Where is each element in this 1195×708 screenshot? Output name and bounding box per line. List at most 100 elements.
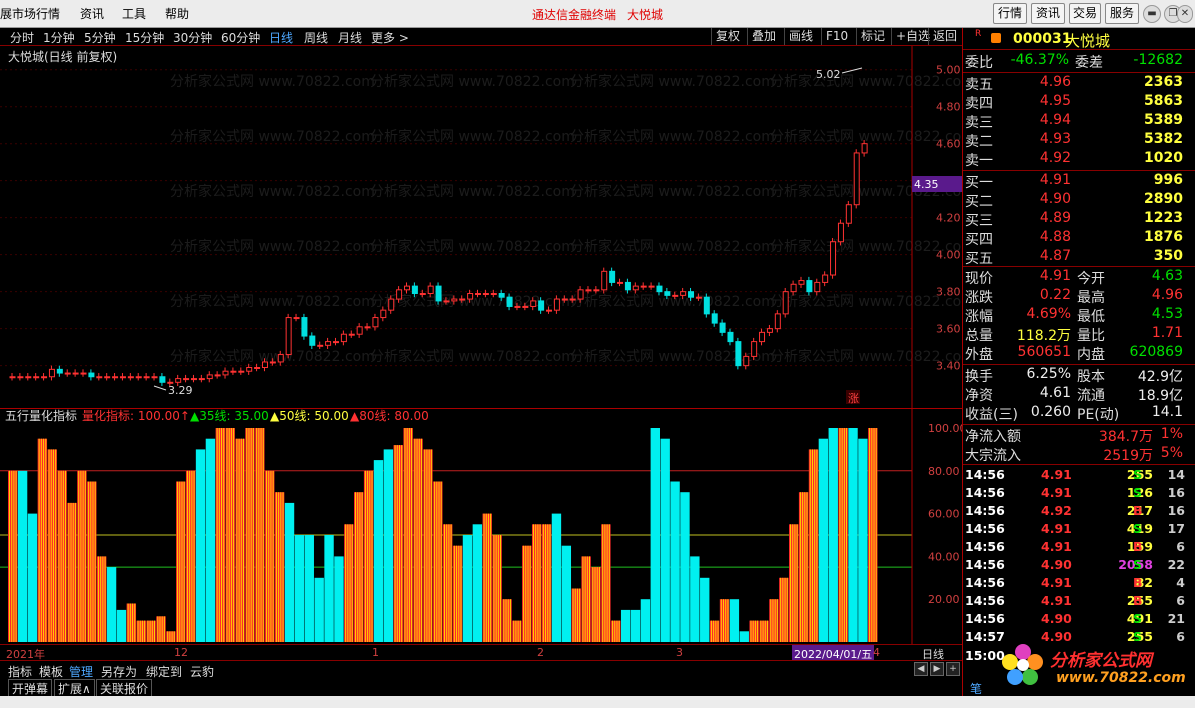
menu-tools[interactable]: 工具	[122, 5, 146, 22]
weibi-value: -46.37%	[1010, 52, 1069, 68]
fundamental-row: 收益(三) 0.260 PE(动) 14.1	[963, 404, 1195, 423]
candle-body	[688, 291, 695, 298]
service-button[interactable]: 服务	[1105, 3, 1139, 24]
indicator-bar-stripe	[841, 428, 843, 642]
zhang-badge[interactable]: 涨	[848, 392, 859, 405]
bid-price: 4.89	[1039, 210, 1071, 226]
close-icon[interactable]: ✕	[1177, 5, 1193, 23]
indicator-bar-stripe	[483, 513, 485, 642]
quote-button[interactable]: 行情	[993, 3, 1027, 24]
indicator-bar-stripe	[280, 492, 282, 642]
info-button[interactable]: 资讯	[1031, 3, 1065, 24]
zoom-icon[interactable]: +	[946, 662, 960, 676]
candle-body	[33, 376, 40, 379]
bid-row[interactable]: 买一 4.91 996	[963, 172, 1195, 191]
candle-body	[309, 335, 316, 346]
overlay-button[interactable]: 叠加	[747, 28, 780, 45]
candle-body	[325, 341, 332, 346]
indicator-bar	[561, 545, 572, 642]
menu-news[interactable]: 资讯	[80, 5, 104, 22]
minimize-icon[interactable]: ▬	[1143, 5, 1161, 23]
period-weekly[interactable]: 周线	[304, 29, 328, 46]
candle-body	[135, 376, 142, 379]
fuquan-button[interactable]: 复权	[711, 28, 744, 45]
back-button[interactable]: 返回	[928, 28, 961, 45]
stock-name: 大悦城	[1065, 32, 1111, 50]
flow-label: 净流入额	[965, 429, 1021, 445]
price-tick-label: 4.60	[936, 138, 961, 151]
period-fenshi[interactable]: 分时	[10, 29, 34, 46]
indicator-name[interactable]: 五行量化指标	[5, 408, 77, 423]
indicator-bar-stripe	[424, 449, 426, 642]
indicator-bar-stripe	[784, 577, 786, 642]
indicator-bar-stripe	[94, 481, 96, 642]
indicator-bar-stripe	[505, 599, 507, 642]
indicator-chart[interactable]: 100.00 80.00 60.00 40.00 20.00 五行量化指标 量化指标: …	[0, 408, 962, 644]
period-more[interactable]: 更多 >	[371, 29, 409, 46]
indicator-bar-stripe	[616, 620, 618, 642]
indicator-bar-stripe	[84, 470, 86, 642]
indicator-bar-stripe	[774, 599, 776, 642]
mark-button[interactable]: 标记	[856, 28, 889, 45]
indicator-bar	[472, 524, 483, 642]
candle-body	[88, 372, 95, 378]
period-60min[interactable]: 60分钟	[221, 29, 260, 46]
stat-row: 涨跌 0.22 最高 4.96	[963, 287, 1195, 306]
period-15min[interactable]: 15分钟	[125, 29, 164, 46]
bid-row[interactable]: 买五 4.87 350	[963, 248, 1195, 267]
scroll-right-icon[interactable]: ▶	[930, 662, 944, 676]
indicator-bar	[640, 599, 651, 642]
ask-row[interactable]: 卖三 4.94 5389	[963, 112, 1195, 131]
tick-side: B	[1133, 575, 1143, 590]
tab-bi[interactable]: 笔	[970, 680, 982, 697]
date-label-3: 3	[676, 646, 683, 659]
bid-row[interactable]: 买三 4.89 1223	[963, 210, 1195, 229]
tick-side: B	[1133, 503, 1143, 518]
trade-button[interactable]: 交易	[1069, 3, 1101, 24]
period-monthly[interactable]: 月线	[338, 29, 362, 46]
ask-row[interactable]: 卖四 4.95 5863	[963, 93, 1195, 112]
indicator-tick-label: 20.00	[928, 593, 960, 606]
indicator-bar-stripe	[38, 438, 40, 642]
indicator-bar-stripe	[497, 535, 499, 642]
fundamental-label: 收益(三)	[965, 407, 1018, 423]
bid-row[interactable]: 买二 4.90 2890	[963, 191, 1195, 210]
indicator-bar-stripe	[811, 449, 813, 642]
indicator-bar-stripe	[349, 524, 351, 642]
candle-body	[837, 222, 844, 243]
tick-price: 4.90	[1041, 557, 1072, 572]
indicator-bar-stripe	[446, 524, 448, 642]
period-1min[interactable]: 1分钟	[43, 29, 75, 46]
indicator-bar-stripe	[11, 470, 13, 642]
r-badge: R	[975, 29, 982, 39]
period-30min[interactable]: 30分钟	[173, 29, 212, 46]
ask-row[interactable]: 卖五 4.96 2363	[963, 74, 1195, 93]
candle-body	[427, 285, 434, 295]
tick-row: 14:56 4.92 217 B 16	[963, 502, 1195, 520]
candlestick-chart[interactable]: 分析家公式网 www.70822.com分析家公式网 www.70822.com…	[0, 46, 962, 408]
indicator-bar-stripe	[58, 470, 60, 642]
ask-row[interactable]: 卖一 4.92 1020	[963, 150, 1195, 169]
period-5min[interactable]: 5分钟	[84, 29, 116, 46]
scroll-left-icon[interactable]: ◀	[914, 662, 928, 676]
indicator-bar-stripe	[725, 599, 727, 642]
draw-line-button[interactable]: 画线	[784, 28, 817, 45]
indicator-bar-stripe	[139, 620, 141, 642]
menu-help[interactable]: 帮助	[165, 5, 189, 22]
indicator-bar-stripe	[357, 492, 359, 642]
candle-body	[175, 378, 182, 383]
indicator-bar-stripe	[401, 445, 403, 642]
watermark: 分析家公式网 www.70822.com	[570, 128, 775, 145]
bid-price: 4.88	[1039, 229, 1071, 245]
candle-body	[293, 317, 300, 320]
ask-row[interactable]: 卖二 4.93 5382	[963, 131, 1195, 150]
indicator-bar-stripe	[127, 603, 129, 642]
indicator-bar-stripe	[167, 631, 169, 642]
f10-button[interactable]: F10	[821, 28, 852, 45]
menu-market[interactable]: 展市场行情	[0, 5, 60, 22]
indicator-bar-stripe	[406, 428, 408, 642]
period-daily[interactable]: 日线	[269, 29, 293, 46]
bid-row[interactable]: 买四 4.88 1876	[963, 229, 1195, 248]
indicator-bar-stripe	[806, 492, 808, 642]
indicator-bar-stripe	[523, 545, 525, 642]
